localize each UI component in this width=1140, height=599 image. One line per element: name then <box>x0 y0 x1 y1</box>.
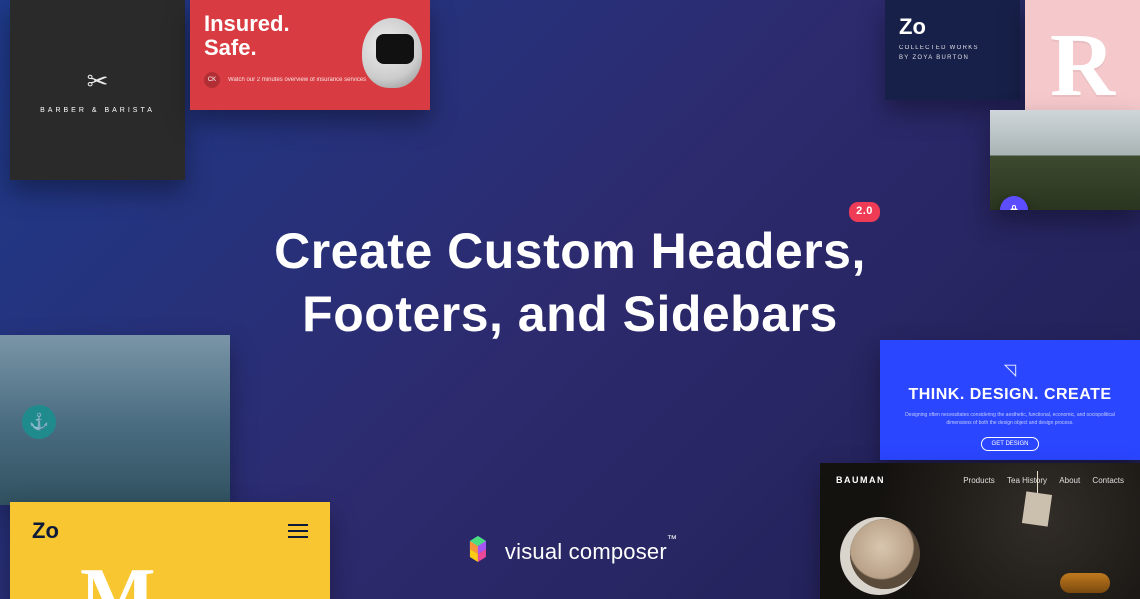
serif-letter-r: R <box>1050 14 1115 117</box>
brand-trademark: ™ <box>667 534 677 545</box>
teabag-graphic <box>1022 491 1052 526</box>
hamburger-icon[interactable] <box>288 524 308 538</box>
card-zo-yellow: Zo M <box>10 502 330 599</box>
bauman-link-history[interactable]: Tea History <box>1007 476 1047 485</box>
insured-cta-dot: CK <box>204 72 220 88</box>
think-cta-button[interactable]: GET DESIGN <box>981 437 1040 451</box>
think-blurb: Designing often necessitates considering… <box>904 412 1116 427</box>
cube-icon: ◹ <box>880 360 1140 380</box>
card-landscape <box>990 110 1140 210</box>
lock-icon <box>1008 204 1020 210</box>
anchor-icon: ⚓ <box>22 405 56 439</box>
headline-line1: Create Custom Headers, <box>274 223 866 279</box>
bauman-nav: BAUMAN Products Tea History About Contac… <box>836 475 1124 485</box>
brand-name-text: visual composer <box>505 539 667 564</box>
serif-letter-m: M <box>80 552 156 599</box>
bauman-links: Products Tea History About Contacts <box>953 476 1124 485</box>
astronaut-visor-graphic <box>376 34 414 64</box>
card-insured: Insured. Safe. CK Watch our 2 minutes ov… <box>190 0 430 110</box>
headline-text: Create Custom Headers, Footers, and Side… <box>274 220 866 345</box>
bauman-logo: BAUMAN <box>836 475 885 485</box>
honey-dipper-graphic <box>1060 573 1110 593</box>
version-badge: 2.0 <box>849 202 880 222</box>
bauman-link-products[interactable]: Products <box>963 476 995 485</box>
zo-navy-logo: Zo <box>899 14 1006 40</box>
headline-line2: Footers, and Sidebars <box>302 286 838 342</box>
brand-name: visual composer™ <box>505 539 677 565</box>
zo-tagline2: BY ZOYA BURTON <box>899 55 969 61</box>
zo-tagline1: COLLECTED WORKS <box>899 45 979 51</box>
card-zo-navy: Zo COLLECTED WORKS BY ZOYA BURTON <box>885 0 1020 100</box>
insured-line2: Safe. <box>204 35 257 60</box>
bauman-link-about[interactable]: About <box>1059 476 1080 485</box>
teacup-graphic <box>850 519 920 589</box>
think-title: THINK. DESIGN. CREATE <box>880 386 1140 404</box>
brand-row: visual composer™ <box>463 534 677 569</box>
landscape-fab-button[interactable] <box>1000 196 1028 210</box>
card-barber: ✂ BARBER & BARISTA <box>10 0 185 180</box>
bauman-link-contacts[interactable]: Contacts <box>1092 476 1124 485</box>
brand-logo-icon <box>463 534 493 569</box>
insured-line1: Insured. <box>204 11 290 36</box>
zo-navy-tagline: COLLECTED WORKS BY ZOYA BURTON <box>899 44 1006 63</box>
insured-subtitle: Watch our 2 minutes overview of insuranc… <box>228 77 366 83</box>
hero-headline: Create Custom Headers, Footers, and Side… <box>0 220 1140 345</box>
card-barber-title: BARBER & BARISTA <box>40 107 155 114</box>
card-think: ◹ THINK. DESIGN. CREATE Designing often … <box>880 340 1140 460</box>
zo-yellow-logo: Zo <box>32 518 59 544</box>
card-ocean: ⚓ <box>0 335 230 505</box>
scissors-icon: ✂ <box>40 66 155 97</box>
card-bauman: BAUMAN Products Tea History About Contac… <box>820 463 1140 599</box>
